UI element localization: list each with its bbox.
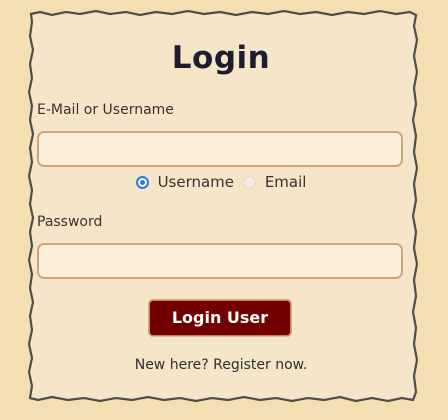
login-title: Login xyxy=(171,40,271,76)
radio-selected-icon[interactable] xyxy=(135,175,149,189)
login-card: Login E-Mail or Username Username Email … xyxy=(27,14,415,398)
password-input[interactable] xyxy=(37,243,403,279)
email-radio-label: Email xyxy=(264,173,307,191)
radio-unselected-icon[interactable] xyxy=(242,175,256,189)
username-radio[interactable]: Username xyxy=(135,173,235,191)
register-link[interactable]: New here? Register now. xyxy=(27,357,415,373)
identifier-input[interactable] xyxy=(37,131,403,167)
login-page: Login E-Mail or Username Username Email … xyxy=(0,0,448,420)
identifier-label: E-Mail or Username xyxy=(37,102,174,118)
username-radio-label: Username xyxy=(157,173,235,191)
identifier-type-radio-group: Username Email xyxy=(27,173,415,193)
password-label: Password xyxy=(37,214,103,230)
email-radio[interactable]: Email xyxy=(242,173,307,191)
login-user-button[interactable]: Login User xyxy=(149,300,291,336)
